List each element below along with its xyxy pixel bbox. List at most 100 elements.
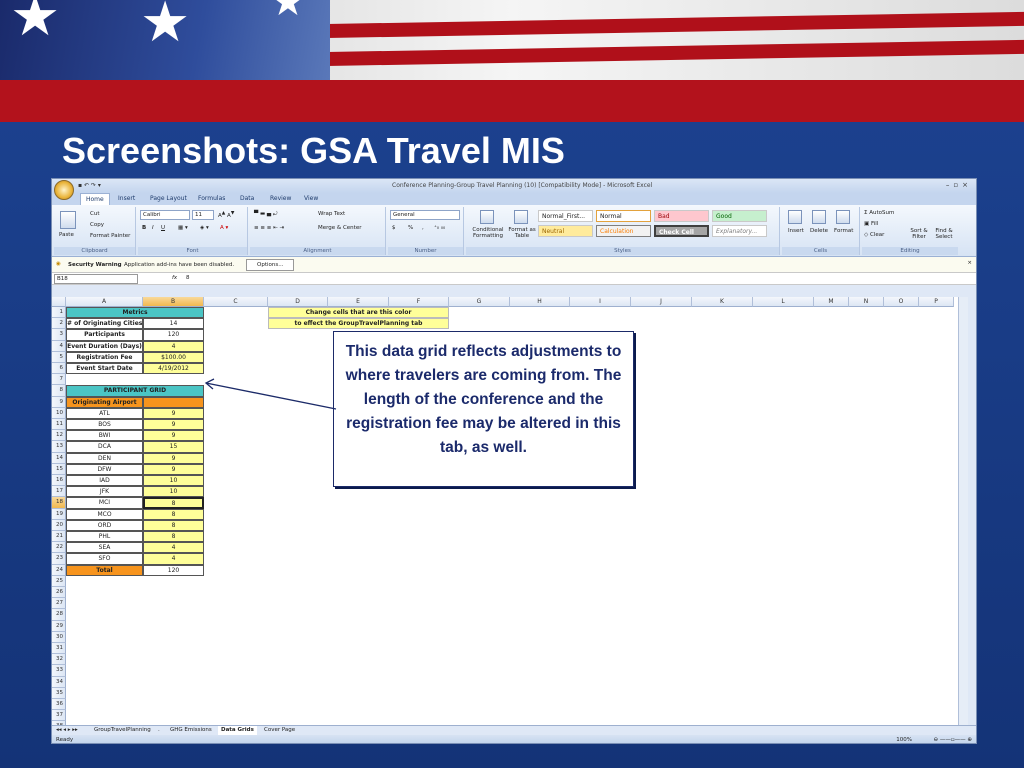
column-header[interactable]: C [204, 297, 268, 307]
sheet-tab-cover-page[interactable]: Cover Page [264, 726, 295, 735]
zoom-level[interactable]: 100% [896, 735, 912, 743]
note-line[interactable]: Change cells that are this color [268, 307, 449, 319]
metric-label[interactable]: Event Duration (Days) [66, 340, 143, 352]
row-header[interactable]: 16 [52, 475, 66, 487]
airport-code[interactable]: JFK [66, 486, 143, 498]
row-header[interactable]: 21 [52, 531, 66, 543]
comma-button[interactable]: , [422, 225, 424, 231]
participant-count[interactable]: 15 [143, 441, 204, 453]
metrics-header[interactable]: Metrics [66, 307, 204, 319]
row-header[interactable]: 36 [52, 699, 66, 711]
row-header[interactable]: 30 [52, 631, 66, 643]
column-header[interactable]: F [389, 297, 449, 307]
quick-access-toolbar[interactable]: ▪ ↶ ↷ ▾ [78, 182, 101, 189]
paste-button[interactable]: Paste [59, 232, 74, 238]
select-all-corner[interactable] [52, 297, 66, 307]
conditional-formatting-icon[interactable] [480, 210, 494, 224]
autosum-button[interactable]: Σ AutoSum [864, 210, 894, 216]
row-header[interactable]: 26 [52, 587, 66, 599]
row-header[interactable]: 14 [52, 452, 66, 464]
airport-code[interactable]: DCA [66, 441, 143, 453]
clear-button[interactable]: ◇ Clear [864, 232, 884, 238]
row-header[interactable]: 22 [52, 542, 66, 554]
metric-label[interactable]: Registration Fee [66, 351, 143, 363]
participant-count[interactable]: 8 [143, 519, 204, 531]
participant-count[interactable]: 8 [143, 497, 204, 509]
participant-count[interactable]: 9 [143, 419, 204, 431]
row-header[interactable]: 19 [52, 508, 66, 520]
metric-label[interactable]: Event Start Date [66, 363, 143, 375]
vertical-scrollbar[interactable] [958, 297, 968, 725]
row-header[interactable]: 20 [52, 519, 66, 531]
total-label[interactable]: Total [66, 564, 143, 576]
column-header[interactable]: O [884, 297, 919, 307]
close-icon[interactable]: × [967, 260, 972, 266]
bold-button[interactable]: B [142, 225, 146, 231]
total-value[interactable]: 120 [143, 564, 204, 576]
airport-code[interactable]: MCI [66, 497, 143, 509]
metric-value[interactable]: 14 [143, 318, 204, 330]
column-header[interactable]: H [510, 297, 570, 307]
font-name-select[interactable]: Calibri [140, 210, 190, 220]
format-cells-icon[interactable] [836, 210, 850, 224]
participant-count[interactable]: 9 [143, 430, 204, 442]
airport-code[interactable]: ORD [66, 519, 143, 531]
grid-column-header[interactable]: Originating Airport [66, 396, 143, 408]
insert-button[interactable]: Insert [788, 228, 804, 234]
row-header[interactable]: 13 [52, 441, 66, 453]
airport-code[interactable]: PHL [66, 531, 143, 543]
airport-code[interactable]: SEA [66, 542, 143, 554]
metric-value[interactable]: $100.00 [143, 351, 204, 363]
column-header[interactable]: K [692, 297, 753, 307]
row-header[interactable]: 23 [52, 553, 66, 565]
airport-code[interactable]: SFO [66, 553, 143, 565]
style-bad[interactable]: Bad [654, 210, 709, 222]
security-options-button[interactable]: Options... [246, 259, 295, 271]
column-header[interactable]: A [66, 297, 143, 307]
align-top-icon[interactable]: ▀ ▬ ▄ ⤾ [254, 211, 277, 218]
row-header[interactable]: 28 [52, 609, 66, 621]
column-header[interactable]: G [449, 297, 510, 307]
sheet-tab-ghg[interactable]: GHG Emissions [170, 726, 212, 735]
participant-count[interactable]: 9 [143, 463, 204, 475]
row-header[interactable]: 33 [52, 665, 66, 677]
row-header[interactable]: 18 [52, 497, 66, 509]
row-header[interactable]: 29 [52, 620, 66, 632]
row-header[interactable]: 32 [52, 654, 66, 666]
column-header[interactable]: N [849, 297, 884, 307]
format-button[interactable]: Format [834, 228, 853, 234]
tab-insert[interactable]: Insert [118, 195, 135, 202]
column-header[interactable]: B [143, 297, 204, 307]
row-header[interactable]: 31 [52, 643, 66, 655]
row-header[interactable]: 35 [52, 687, 66, 699]
sort-filter-button[interactable]: Sort & Filter [908, 228, 930, 240]
tab-formulas[interactable]: Formulas [198, 195, 225, 202]
tab-page-layout[interactable]: Page Layout [150, 195, 187, 202]
participant-count[interactable]: 4 [143, 542, 204, 554]
style-neutral[interactable]: Neutral [538, 225, 593, 237]
row-header[interactable]: 9 [52, 396, 66, 408]
copy-button[interactable]: Copy [90, 222, 104, 228]
formula-input[interactable]: 8 [186, 275, 190, 281]
number-format-select[interactable]: General [390, 210, 460, 220]
row-header[interactable]: 27 [52, 598, 66, 610]
percent-button[interactable]: % [408, 225, 413, 231]
fx-label[interactable]: fx [172, 275, 177, 281]
airport-code[interactable]: IAD [66, 475, 143, 487]
column-header[interactable]: D [268, 297, 328, 307]
cut-button[interactable]: Cut [90, 211, 99, 217]
row-header[interactable]: 15 [52, 463, 66, 475]
row-header[interactable]: 10 [52, 407, 66, 419]
zoom-slider[interactable]: ⊖ ——▫—— ⊕ [934, 735, 972, 743]
row-header[interactable]: 37 [52, 710, 66, 722]
column-header[interactable]: E [328, 297, 389, 307]
row-header[interactable]: 7 [52, 374, 66, 386]
participant-count[interactable]: 8 [143, 531, 204, 543]
wrap-text-button[interactable]: Wrap Text [318, 211, 345, 217]
style-normal[interactable]: Normal [596, 210, 651, 222]
airport-code[interactable]: MCO [66, 508, 143, 520]
participant-count[interactable]: 4 [143, 553, 204, 565]
row-header[interactable]: 12 [52, 430, 66, 442]
row-header[interactable]: 25 [52, 575, 66, 587]
tab-review[interactable]: Review [270, 195, 291, 202]
